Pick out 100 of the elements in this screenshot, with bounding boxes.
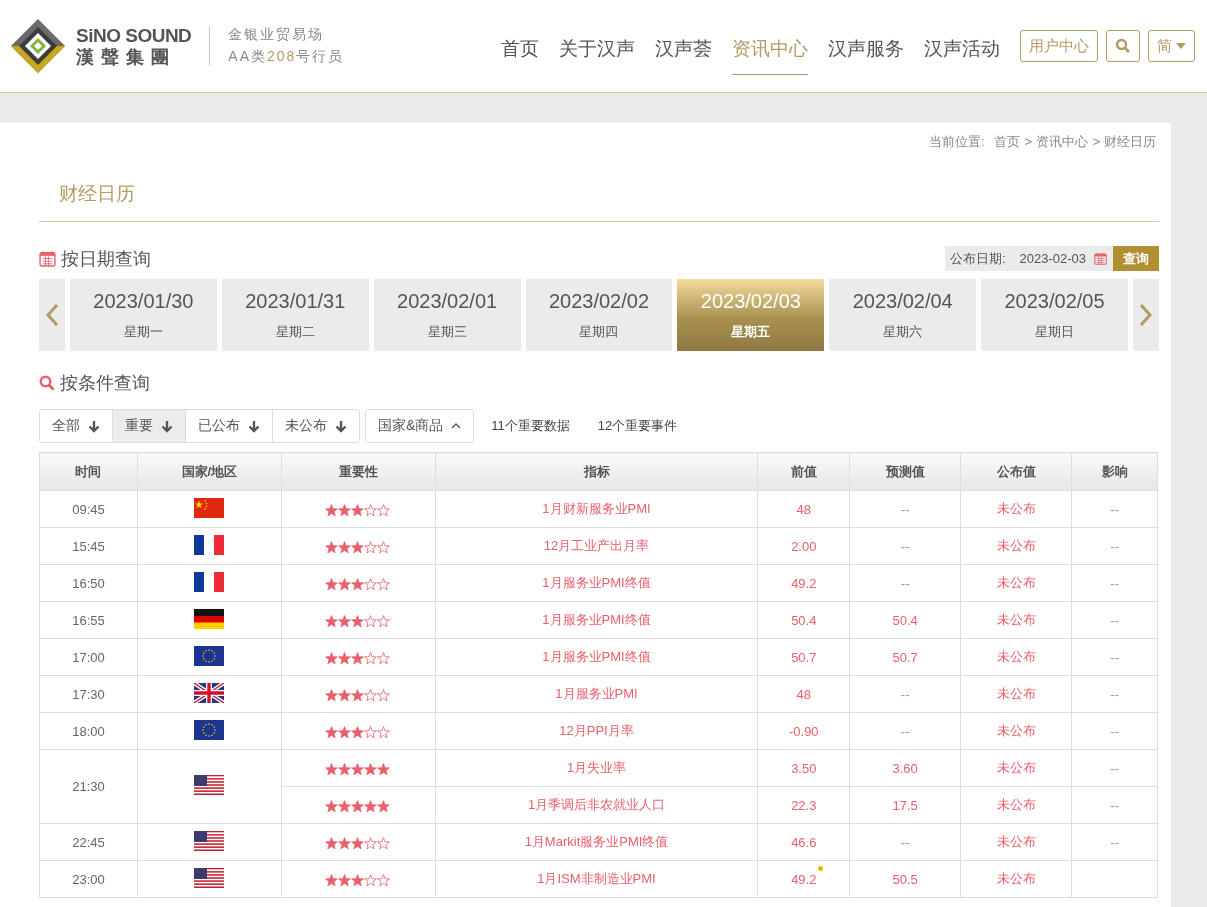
indicator-cell: 1月财新服务业PMI bbox=[435, 490, 758, 528]
calendar-icon bbox=[39, 250, 56, 267]
forecast-cell: -- bbox=[849, 527, 961, 565]
actual-cell: 未公布 bbox=[960, 638, 1072, 676]
brand-name: SiNO SOUND bbox=[76, 26, 192, 45]
actual-cell: 未公布 bbox=[960, 601, 1072, 639]
date-tab[interactable]: 2023/01/30 星期一 bbox=[69, 279, 217, 351]
nav-link[interactable]: 汉声活动 bbox=[924, 21, 1000, 75]
previous-cell: 22.3 bbox=[757, 786, 850, 824]
actual-cell: 未公布 bbox=[960, 823, 1072, 861]
time-cell: 09:45 bbox=[39, 490, 138, 528]
actual-cell: 未公布 bbox=[960, 749, 1072, 787]
time-cell: 15:45 bbox=[39, 527, 138, 565]
column-header: 时间 bbox=[39, 452, 138, 491]
brand-name-chinese: 漢 聲 集 團 bbox=[76, 48, 171, 66]
time-cell: 21:30 bbox=[39, 749, 138, 824]
date-tab[interactable]: 2023/02/05 星期日 bbox=[981, 279, 1128, 351]
arrow-down-icon bbox=[248, 419, 260, 433]
time-cell: 16:50 bbox=[39, 564, 138, 602]
date-tab[interactable]: 2023/02/04 星期六 bbox=[829, 279, 977, 351]
forecast-cell: -- bbox=[849, 823, 961, 861]
chevron-up-icon bbox=[451, 423, 462, 429]
previous-cell: 50.7 bbox=[757, 638, 850, 676]
column-header: 国家/地区 bbox=[137, 452, 282, 491]
filter-button[interactable]: 重要 bbox=[112, 410, 185, 442]
impact-cell: -- bbox=[1071, 638, 1158, 676]
section-title: 按日期查询 bbox=[61, 247, 151, 271]
date-tab[interactable]: 2023/02/01 星期三 bbox=[373, 279, 521, 351]
time-cell: 23:00 bbox=[39, 860, 138, 898]
breadcrumb-link[interactable]: > 财经日历 bbox=[1092, 134, 1156, 149]
forecast-cell: -- bbox=[849, 712, 961, 750]
breadcrumb-link[interactable]: 首页 bbox=[993, 134, 1020, 149]
actual-cell: 未公布 bbox=[960, 527, 1072, 565]
time-cell: 17:00 bbox=[39, 638, 138, 676]
filter-button[interactable]: 未公布 bbox=[272, 410, 359, 442]
next-button[interactable] bbox=[1133, 279, 1159, 351]
event-count: 12个重要事件 bbox=[597, 417, 678, 435]
section-title: 按条件查询 bbox=[60, 372, 150, 395]
actual-cell: 未公布 bbox=[960, 860, 1072, 898]
impact-cell: -- bbox=[1071, 601, 1158, 639]
flag-icon bbox=[194, 830, 225, 851]
caret-icon bbox=[1176, 43, 1186, 49]
actual-cell: 未公布 bbox=[960, 712, 1072, 750]
calendar-icon bbox=[1094, 252, 1107, 265]
impact-cell: -- bbox=[1071, 675, 1158, 713]
column-header: 影响 bbox=[1071, 452, 1158, 491]
arrow-down-icon bbox=[88, 419, 100, 433]
indicator-cell: 1月Markit服务业PMI终值 bbox=[435, 823, 758, 861]
flag-icon bbox=[194, 775, 225, 795]
impact-cell: -- bbox=[1071, 823, 1158, 861]
column-header: 预测值 bbox=[849, 452, 961, 491]
date-tab[interactable]: 2023/01/31 星期二 bbox=[221, 279, 369, 351]
date-label: 公布日期: bbox=[948, 249, 1007, 268]
impact-cell: -- bbox=[1071, 527, 1158, 565]
actual-cell: 未公布 bbox=[960, 786, 1072, 824]
chevron-right-icon bbox=[1138, 303, 1153, 327]
impact-cell: -- bbox=[1071, 749, 1158, 787]
previous-cell: 48 bbox=[757, 675, 850, 713]
nav-link[interactable]: 关于汉声 bbox=[559, 21, 635, 75]
nav-link[interactable]: 汉声服务 bbox=[828, 21, 904, 75]
previous-button[interactable] bbox=[39, 279, 65, 351]
impact-cell: -- bbox=[1071, 786, 1158, 824]
flag-icon bbox=[194, 719, 225, 740]
data-count: 11个重要数据 bbox=[491, 417, 570, 435]
flag-icon bbox=[194, 867, 225, 888]
nav-link[interactable]: 首页 bbox=[501, 21, 539, 75]
impact-cell: -- bbox=[1071, 564, 1158, 602]
breadcrumb-link[interactable]: > 资讯中心 bbox=[1024, 134, 1088, 149]
previous-cell: 3.50 bbox=[757, 749, 850, 787]
forecast-cell: -- bbox=[849, 490, 961, 528]
forecast-cell: 17.5 bbox=[849, 786, 961, 824]
impact-cell: -- bbox=[1071, 712, 1158, 750]
previous-cell: 48 bbox=[757, 490, 850, 528]
forecast-cell: 50.4 bbox=[849, 601, 961, 639]
flag-icon bbox=[194, 682, 225, 703]
flag-icon bbox=[194, 534, 225, 555]
search-button[interactable] bbox=[1106, 30, 1140, 62]
indicator-cell: 1月失业率 bbox=[435, 749, 758, 787]
search-icon bbox=[39, 375, 55, 391]
date-tab[interactable]: 2023/02/02 星期四 bbox=[525, 279, 673, 351]
time-cell: 17:30 bbox=[39, 675, 138, 713]
country-dropdown[interactable]: 国家&商品 bbox=[365, 409, 475, 443]
actual-cell: 未公布 bbox=[960, 564, 1072, 602]
previous-cell: 49.2 bbox=[757, 860, 850, 898]
date-tab[interactable]: 2023/02/03 星期五 bbox=[677, 279, 825, 351]
flag-icon bbox=[194, 571, 225, 592]
forecast-cell: 3.60 bbox=[849, 749, 961, 787]
search-icon bbox=[1115, 38, 1131, 54]
previous-cell: 50.4 bbox=[757, 601, 850, 639]
member-number: AA类208号行员 bbox=[228, 48, 345, 66]
column-header: 重要性 bbox=[281, 452, 436, 491]
forecast-cell: -- bbox=[849, 564, 961, 602]
indicator-cell: 1月服务业PMI终值 bbox=[435, 638, 758, 676]
date-field[interactable]: 2023-02-03 bbox=[1019, 251, 1094, 266]
impact-cell: -- bbox=[1071, 490, 1158, 528]
indicator-cell: 1月服务业PMI终值 bbox=[435, 564, 758, 602]
logo-icon bbox=[10, 18, 66, 74]
nav-link[interactable]: 汉声荟 bbox=[655, 21, 712, 75]
time-cell: 18:00 bbox=[39, 712, 138, 750]
time-cell: 16:55 bbox=[39, 601, 138, 639]
